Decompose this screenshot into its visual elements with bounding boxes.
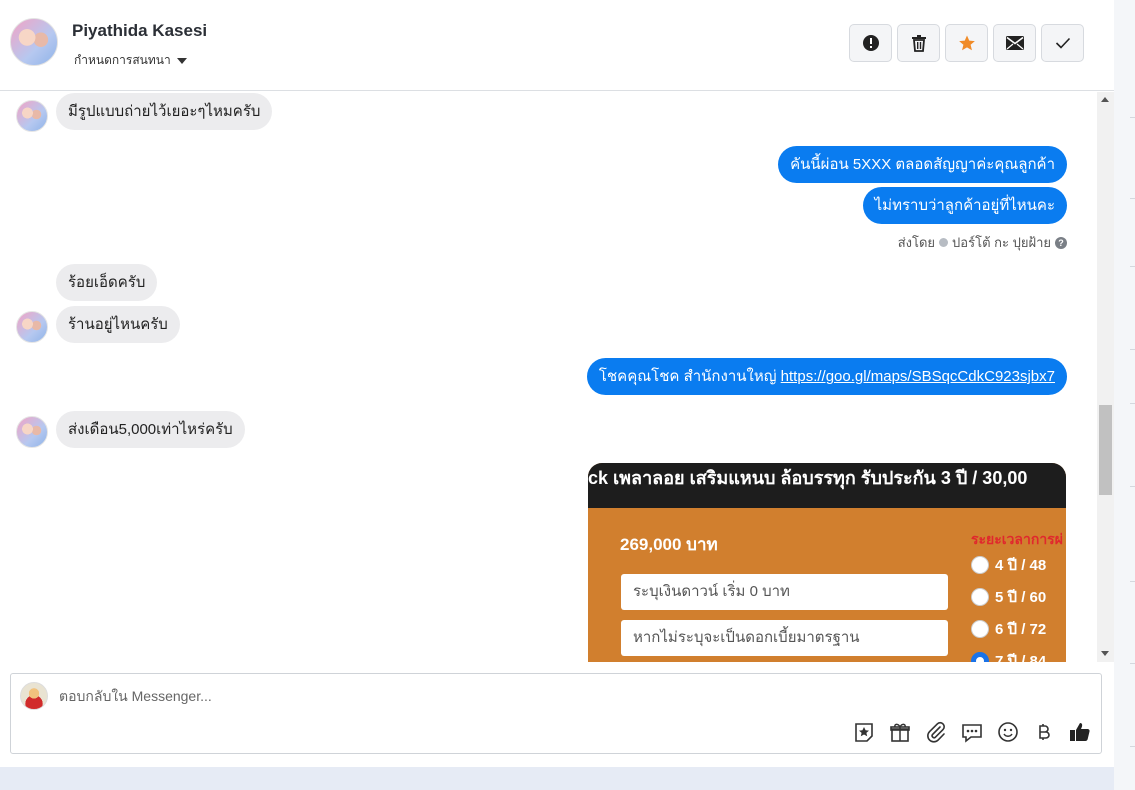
edge-tick [1130,663,1135,664]
mark-spam-button[interactable] [849,24,892,62]
star-icon [958,35,975,51]
chat-bubble-icon [962,724,982,743]
page-avatar [20,682,48,710]
image-period-option: 5 ปี / 60 [971,585,1046,609]
trash-icon [911,35,926,52]
edge-tick [1130,486,1135,487]
reply-composer [10,673,1102,754]
reply-input[interactable] [59,686,659,706]
sticker-button[interactable] [852,720,876,744]
image-price: 269,000 บาท [620,535,718,554]
sent-by-label: ส่งโดย [897,235,936,250]
paperclip-icon [927,721,945,743]
conversation-header: Piyathida Kasesi กำหนดการสนทนา [0,0,1114,91]
scroll-down-arrow-icon[interactable] [1101,651,1109,656]
incoming-message[interactable]: มีรูปแบบถ่ายไว้เยอะๆไหมครับ [56,93,273,130]
baht-icon [1039,724,1050,740]
conversation-settings-dropdown[interactable]: กำหนดการสนทนา [74,51,187,70]
image-period-option: 4 ปี / 48 [971,553,1046,577]
contact-avatar-small [16,416,48,448]
message-text: โชคคุณโชค สำนักงานใหญ่ [598,368,781,385]
edge-tick [1130,198,1135,199]
image-interest-field: หากไม่ระบุจะเป็นดอกเบี้ยมาตรฐาน [621,620,948,656]
image-period-label: 6 ปี / 72 [995,621,1047,638]
alert-icon [862,35,879,51]
image-period-label: 7 ปี / 84 [995,653,1047,662]
mark-unread-button[interactable] [993,24,1036,62]
delete-button[interactable] [897,24,940,62]
image-period-title: ระยะเวลาการผ่ [971,531,1063,547]
contact-avatar[interactable] [10,18,58,66]
radio-icon [971,620,989,638]
sent-by-info: ส่งโดย ปอร์โต้ กะ ปุยฝ้าย ? [898,232,1067,253]
saved-replies-button[interactable] [960,720,984,744]
edge-tick [1130,403,1135,404]
edge-tick [1130,349,1135,350]
conversation-panel: Piyathida Kasesi กำหนดการสนทนา มีรูปแบบถ… [0,0,1114,767]
image-period-label: 5 ปี / 60 [995,589,1047,606]
payment-button[interactable] [1032,720,1056,744]
contact-avatar-small [16,311,48,343]
edge-tick [1130,117,1135,118]
incoming-message[interactable]: ร้อยเอ็ดครับ [56,264,158,301]
page-bottom-area [0,767,1114,790]
gift-button[interactable] [888,720,912,744]
gift-icon [890,723,910,742]
star-button[interactable] [945,24,988,62]
conversation-settings-label: กำหนดการสนทนา [74,53,171,67]
outgoing-message[interactable]: คันนี้ผ่อน 5XXX ตลอดสัญญาค่ะคุณลูกค้า [778,146,1067,183]
radio-selected-icon [971,652,989,662]
message-scrollbar[interactable] [1097,92,1114,662]
radio-icon [971,588,989,606]
image-period-option: 7 ปี / 84 [971,649,1046,662]
message-list[interactable]: มีรูปแบบถ่ายไว้เยอะๆไหมครับ คันนี้ผ่อน 5… [0,92,1114,662]
smiley-icon [998,722,1018,742]
outgoing-message[interactable]: ไม่ทราบว่าลูกค้าอยู่ที่ไหนคะ [862,187,1067,224]
outgoing-message-with-link[interactable]: โชคคุณโชค สำนักงานใหญ่ https://goo.gl/ma… [586,358,1067,395]
mark-done-button[interactable] [1041,24,1084,62]
edge-tick [1130,746,1135,747]
scroll-up-arrow-icon[interactable] [1101,97,1109,102]
caret-down-icon [176,57,187,64]
image-attachment[interactable]: ck เพลาลอย เสริมแหนบ ล้อบรรทุก รับประกัน… [588,463,1066,662]
image-down-payment-field: ระบุเงินดาวน์ เริ่ม 0 บาท [621,574,948,610]
like-button[interactable] [1068,720,1092,744]
sticker-icon [855,723,873,742]
radio-icon [971,556,989,574]
page-icon [939,238,949,247]
envelope-icon [1005,36,1024,50]
right-edge-area [1114,0,1135,790]
emoji-button[interactable] [996,720,1020,744]
edge-tick [1130,266,1135,267]
sent-by-name: ปอร์โต้ กะ ปุยฝ้าย [952,235,1051,250]
scrollbar-thumb[interactable] [1099,405,1112,495]
image-period-option: 6 ปี / 72 [971,617,1046,641]
thumbs-up-icon [1070,723,1090,741]
map-link[interactable]: https://goo.gl/maps/SBSqcCdkC923sjbx7 [781,368,1055,385]
image-period-label: 4 ปี / 48 [995,557,1047,574]
incoming-message[interactable]: ส่งเดือน5,000เท่าไหร่ครับ [56,411,245,448]
incoming-message[interactable]: ร้านอยู่ไหนครับ [56,306,180,343]
image-banner-text: ck เพลาลอย เสริมแหนบ ล้อบรรทุก รับประกัน… [588,463,1066,508]
attach-file-button[interactable] [924,720,948,744]
edge-tick [1130,581,1135,582]
contact-name[interactable]: Piyathida Kasesi [72,21,207,41]
checkmark-icon [1055,37,1070,49]
help-icon[interactable]: ? [1055,236,1067,249]
contact-avatar-small [16,100,48,132]
